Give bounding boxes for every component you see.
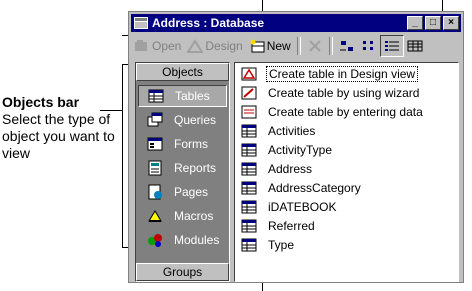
list-item[interactable]: AddressCategory (241, 179, 363, 197)
list-item-label: Create table by entering data (268, 105, 423, 119)
list-view-button[interactable] (379, 35, 404, 57)
objects-bar: Objects Tables Queries Forms Reports Pag… (135, 62, 230, 282)
large-icons-icon (339, 41, 353, 51)
list-item-label: Activities (268, 124, 316, 138)
form-icon (147, 137, 163, 151)
design-icon (187, 39, 204, 53)
list-item-label: AddressCategory (268, 181, 361, 195)
objects-bar-callout: Objects bar Select the type of object yo… (2, 94, 120, 162)
object-label-queries: Queries (174, 113, 217, 127)
list-item-label: iDATEBOOK (268, 200, 337, 214)
callout-title: Objects bar (2, 94, 80, 110)
list-item-label: Type (268, 238, 295, 252)
table-icon (241, 124, 257, 138)
list-item-label: Create table in Design view (266, 66, 419, 82)
new-button[interactable]: New (246, 36, 294, 56)
list-item-label: Create table by using wizard (268, 86, 420, 100)
object-label-pages: Pages (174, 185, 209, 199)
table-icon (241, 162, 257, 176)
table-icon (148, 89, 164, 103)
details-view-button[interactable] (404, 36, 426, 56)
list-item[interactable]: Create table by using wizard (241, 84, 421, 102)
object-item-queries[interactable]: Queries (138, 109, 227, 131)
delete-button[interactable] (304, 36, 326, 56)
object-item-reports[interactable]: Reports (138, 157, 227, 179)
title-bar: Address : Database _ □ × (131, 14, 461, 32)
toolbar-separator-2 (328, 37, 333, 55)
groups-button[interactable]: Groups (136, 263, 229, 281)
table-icon (241, 200, 257, 214)
database-window: Address : Database _ □ × Open Design New… (128, 11, 464, 283)
wizard-shortcut-icon (241, 86, 257, 100)
report-icon (148, 160, 162, 176)
callout-line-objbar-v (122, 64, 123, 247)
table-icon (241, 219, 257, 233)
list-item[interactable]: ActivityType (241, 141, 334, 159)
open-label: Open (152, 39, 182, 53)
small-icons-icon (362, 41, 373, 50)
list-item[interactable]: Activities (241, 122, 317, 140)
object-label-macros: Macros (174, 209, 214, 223)
query-icon (147, 112, 163, 127)
module-icon (148, 234, 162, 247)
table-icon (241, 143, 257, 157)
list-item[interactable]: Address (241, 160, 314, 178)
minimize-button[interactable]: _ (407, 16, 423, 30)
object-label-tables: Tables (175, 89, 210, 103)
object-label-modules: Modules (174, 233, 220, 247)
window-title: Address : Database (152, 16, 265, 30)
open-icon (135, 40, 147, 51)
small-icons-button[interactable] (358, 36, 380, 56)
list-item[interactable]: Type (241, 236, 296, 254)
new-icon (250, 39, 265, 53)
object-item-forms[interactable]: Forms (138, 133, 227, 155)
new-label: New (266, 39, 291, 53)
object-item-modules[interactable]: Modules (138, 229, 227, 251)
design-view-shortcut-icon (241, 67, 257, 81)
design-button[interactable]: Design (184, 36, 245, 56)
list-item-label: Referred (268, 219, 315, 233)
large-icons-button[interactable] (336, 36, 358, 56)
list-item-label: Address (268, 162, 313, 176)
details-view-icon (407, 40, 423, 52)
open-button[interactable]: Open (131, 36, 184, 56)
macro-icon (148, 210, 162, 222)
design-label: Design (205, 39, 243, 53)
database-icon (134, 17, 148, 29)
list-item[interactable]: Create table in Design view (241, 65, 419, 83)
object-item-tables[interactable]: Tables (138, 85, 227, 107)
callout-text: Select the type of object you want to vi… (2, 111, 115, 161)
maximize-button[interactable]: □ (425, 16, 441, 30)
object-item-macros[interactable]: Macros (138, 205, 227, 227)
object-list: Create table in Design view Create table… (234, 62, 459, 282)
object-label-reports: Reports (174, 161, 217, 175)
close-button[interactable]: × (443, 16, 459, 30)
delete-icon (309, 40, 321, 52)
table-icon (241, 181, 257, 195)
page-icon (148, 184, 162, 200)
table-icon (241, 238, 257, 252)
list-view-icon (384, 41, 399, 51)
list-item[interactable]: iDATEBOOK (241, 198, 338, 216)
toolbar: Open Design New (131, 34, 461, 58)
list-item[interactable]: Referred (241, 217, 317, 235)
list-item-label: ActivityType (268, 143, 333, 157)
objects-header-button[interactable]: Objects (136, 63, 229, 81)
object-label-forms: Forms (174, 137, 208, 151)
object-item-pages[interactable]: Pages (138, 181, 227, 203)
datasheet-shortcut-icon (241, 105, 257, 119)
list-item[interactable]: Create table by entering data (241, 103, 425, 121)
toolbar-separator (296, 37, 301, 55)
